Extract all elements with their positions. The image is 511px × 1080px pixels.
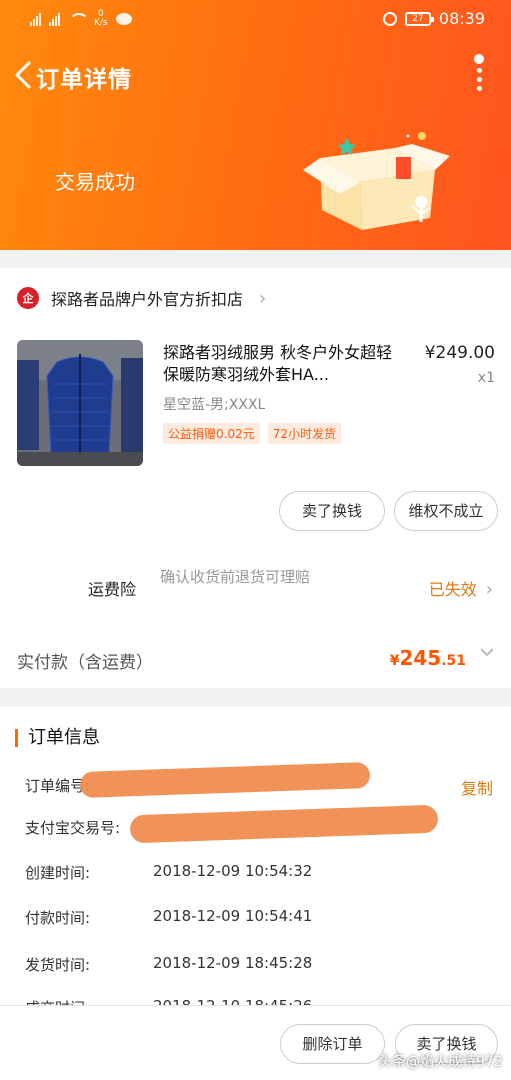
alarm-icon [382,11,397,26]
product-title[interactable]: 探路者羽绒服男 秋冬户外女超轻保暖防寒羽绒外套HA... [163,342,408,386]
watermark: 头条@焰火成诗972 [378,1054,503,1070]
page-title: 订单详情 [36,67,132,93]
order-info-title: 订单信息 [15,729,100,747]
shop-name: 探路者品牌户外官方折扣店 [51,290,244,309]
shop-link[interactable]: 企 探路者品牌户外官方折扣店 › [17,286,266,310]
back-icon[interactable] [12,60,34,90]
product-quantity: x1 [477,370,495,386]
more-menu-icon[interactable] [471,54,487,91]
tag-shipping: 72小时发货 [267,423,342,444]
product-tags: 公益捐赠0.02元 72小时发货 [163,423,342,444]
signal-icon [49,12,60,26]
paid-amount-label: 实付款（含运费） [17,653,153,673]
chevron-right-icon: › [485,579,493,600]
redaction-mark [79,761,371,799]
battery-icon: 27 [404,11,434,26]
product-price: ¥249.00 [424,343,495,363]
paid-time-label: 付款时间: [25,909,91,927]
chevron-right-icon: › [259,287,267,309]
rights-failed-button[interactable]: 维权不成立 [394,491,498,531]
nav-bar: 订单详情 [0,52,511,96]
paid-time-value: 2018-12-09 10:54:41 [153,907,313,925]
sell-for-cash-button[interactable]: 卖了换钱 [279,491,385,531]
order-item-card: 企 探路者品牌户外官方折扣店 › 探路者羽绒服男 秋冬户外女超轻保暖防寒羽绒外套… [0,268,511,688]
redaction-mark [129,804,439,844]
shipping-insurance-status[interactable]: 已失效 › [429,576,493,600]
bottom-action-bar: 删除订单 卖了换钱 头条@焰火成诗972 [0,1005,511,1080]
copy-button[interactable]: 复制 [461,775,493,799]
shop-logo-icon: 企 [17,287,39,309]
wechat-icon [115,13,132,25]
delete-order-button[interactable]: 删除订单 [280,1024,385,1064]
gift-box-icon [303,132,450,230]
alipay-trade-no-label: 支付宝交易号: [25,819,121,837]
network-speed: 0 K/s [94,9,108,28]
shipping-insurance-desc: 确认收货前退货可理赔 [160,568,311,586]
status-bar: 0 K/s 27 08:39 [0,0,511,40]
shipped-time-label: 发货时间: [25,956,91,974]
shipping-insurance-label: 运费险 [88,580,137,599]
wifi-icon [68,12,89,26]
created-time-value: 2018-12-09 10:54:32 [153,862,313,880]
product-spec: 星空蓝-男;XXXL [163,397,266,413]
paid-amount: ¥245.51 [389,646,466,670]
product-thumbnail[interactable] [17,340,143,466]
tag-charity: 公益捐赠0.02元 [163,423,260,444]
shipped-time-value: 2018-12-09 18:45:28 [153,954,313,972]
order-header: 0 K/s 27 08:39 订单详情 交易成功 [0,0,511,250]
chevron-down-icon[interactable] [479,644,495,660]
shipping-insurance-status-label: 已失效 [428,580,477,599]
order-info-card: 订单信息 复制 订单编号: 支付宝交易号: 创建时间: 2018-12-09 1… [0,707,511,1017]
trade-status: 交易成功 [55,170,135,194]
created-time-label: 创建时间: [25,864,91,882]
clock: 08:39 [438,9,485,28]
signal-icon [30,12,41,26]
